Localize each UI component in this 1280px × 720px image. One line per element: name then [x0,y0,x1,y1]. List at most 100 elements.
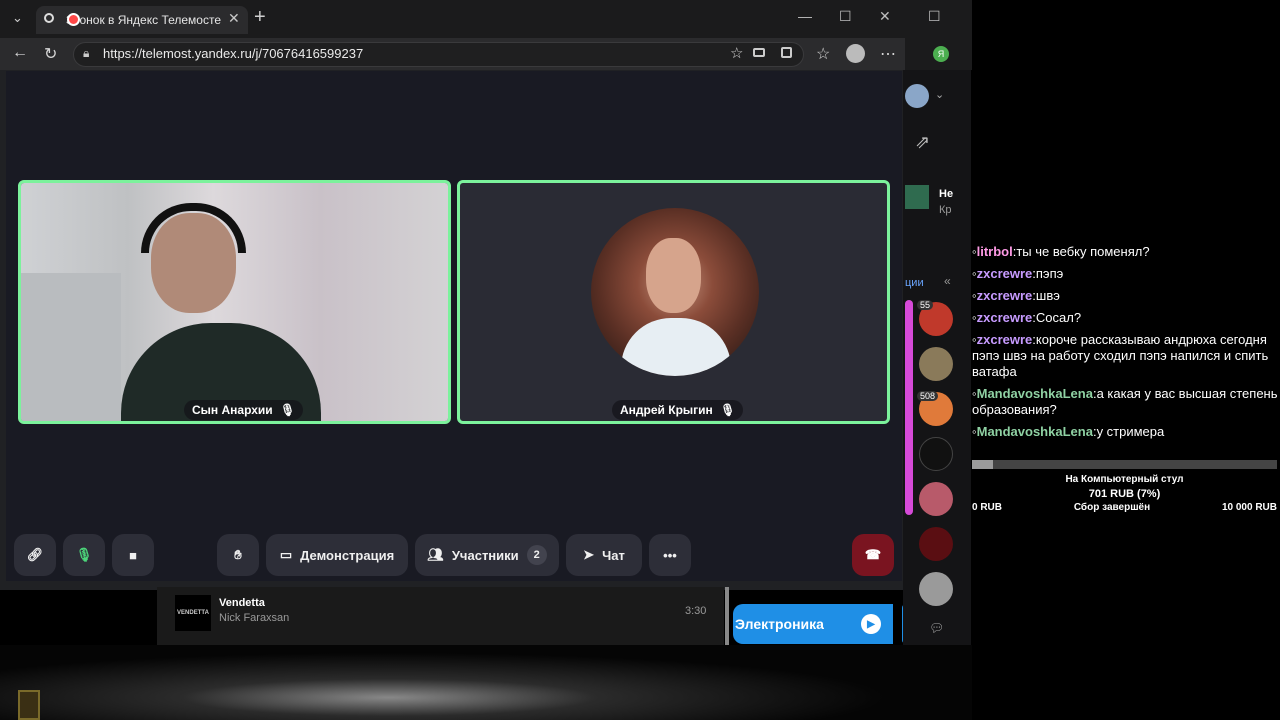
chat-button[interactable]: ➤ Чат [566,534,642,576]
bookmark-star-icon[interactable]: ☆ [730,44,743,62]
mic-on-icon: 🎙︎ [280,403,296,417]
new-tab-icon[interactable]: + [254,6,266,29]
share-icon[interactable]: ⇗ [915,132,930,153]
raise-hand-button[interactable]: ✋︎ [217,534,259,576]
goal-raised: 701 RUB (7%) [1088,488,1161,500]
second-window-maximize-icon[interactable]: ☐ [928,8,941,25]
participant-name-badge-1: Сын Анархии 🎙︎ [184,400,304,420]
profile-avatar-icon[interactable] [846,44,865,63]
close-window-icon[interactable]: ✕ [879,8,891,25]
participants-count: 2 [526,545,547,565]
track-duration: 3:30 [685,605,707,617]
more-button[interactable]: ••• [649,534,691,576]
goal-progress-fill [972,460,994,469]
chat-text: швэ [1035,288,1060,303]
chat-nick: MandavoshkaLena [976,424,1093,439]
chat-nick: zxcrewre [976,266,1033,281]
person-face [646,238,701,313]
chat-label: Чат [602,547,625,563]
chat-message: ◦MandavoshkaLena:а какая у вас высшая ст… [972,386,1278,417]
person-shirt [621,318,731,376]
album-cover: VENDETTA [175,595,211,631]
corner-image [18,690,40,720]
screen-share-label: Демонстрация [300,547,395,563]
camera-permission-icon[interactable] [753,48,765,57]
collapse-icon[interactable]: « [944,274,951,288]
chat-text: Сосал? [1035,310,1082,325]
hand-icon: ✋︎ [234,547,242,562]
link-icon: 🔗︎ [26,547,44,562]
microphone-icon: 🎙︎ [75,547,93,562]
screen-share-button[interactable]: ▭ Демонстрация [266,534,408,576]
channel-avatar-6[interactable] [919,527,953,561]
participants-label: Участники [451,547,519,563]
chat-text: пэпэ [1035,266,1064,281]
chat-nick: litrbol [976,244,1013,259]
chat-message: ◦zxcrewre:швэ [972,288,1060,303]
background-photo [0,645,972,720]
participant-name-1: Сын Анархии [192,403,273,417]
play-icon[interactable]: ▶ [861,614,881,634]
reload-icon[interactable]: ↻ [44,44,57,64]
track-artist[interactable]: Nick Faraxsan [219,612,289,624]
participant-tile-1[interactable]: Сын Анархии 🎙︎ [18,180,451,424]
send-icon: ➤ [583,547,595,562]
promo-banner[interactable]: Электроника ▶ [733,604,893,644]
kitchen-cabinet [21,273,121,421]
browser-menu-icon[interactable]: ⋯ [880,44,896,64]
side-section-label[interactable]: ции [905,277,924,289]
goal-progress-bar [972,460,1277,469]
chat-nick: zxcrewre [976,310,1033,325]
channel-avatar-7[interactable] [919,572,953,606]
chat-nick: MandavoshkaLena [976,386,1093,401]
tab-favicon [67,13,80,26]
goal-footer: 0 RUB Сбор завершён 10 000 RUB [972,502,1277,513]
side-item-thumbnail[interactable] [905,185,929,209]
camera-icon: ■ [129,547,137,563]
tab-list-icon[interactable]: ⌄ [12,10,23,26]
screen-icon: ▭ [279,547,293,562]
side-item-title: Не [939,188,954,200]
camera-button[interactable]: ■ [112,534,154,576]
maximize-icon[interactable]: ☐ [839,8,852,25]
goal-title: На Компьютерный стул [1065,474,1184,485]
badge-55: 55 [917,300,934,310]
goal-max: 10 000 RUB [1221,502,1277,513]
more-icon: ••• [663,547,677,563]
hang-up-button[interactable]: ☎︎ [852,534,894,576]
chat-nick: zxcrewre [976,332,1033,347]
channel-avatar-2[interactable] [919,347,953,381]
tab-title: Звонок в Яндекс Телемосте [66,13,222,27]
phone-hangup-icon: ☎︎ [864,547,882,562]
side-item-subtitle: Кр [939,204,952,216]
screen-share-icon[interactable] [781,47,792,58]
promo-label: Электроника [735,616,824,632]
chat-nick: zxcrewre [976,288,1033,303]
back-icon[interactable]: ← [12,44,28,62]
participant-tile-2[interactable]: Андрей Крыгин 🎙︎ [457,180,890,424]
lock-icon[interactable]: 🔒︎ [83,46,89,61]
scrollbar[interactable] [725,587,729,645]
chat-message: ◦litrbol:ты че вебку поменял? [972,244,1150,259]
badge-508: 508 [917,391,939,401]
tab-close-icon[interactable]: ✕ [228,10,240,27]
extension-badge[interactable]: Я [933,46,949,62]
people-icon: 👥︎ [427,547,444,562]
chat-bubble-icon[interactable]: 💬︎ [929,621,944,635]
side-user-avatar[interactable] [905,84,929,108]
chevron-down-icon[interactable]: ⌄ [935,88,944,101]
channel-avatar-4[interactable] [919,437,953,471]
album-cover-text: VENDETTA [177,610,209,616]
favorites-icon[interactable]: ☆ [816,44,830,64]
microphone-button[interactable]: 🎙︎ [63,534,105,576]
track-title[interactable]: Vendetta [219,597,265,609]
participants-button[interactable]: 👥︎ Участники 2 [415,534,559,576]
music-player-row[interactable]: VENDETTA Vendetta Nick Faraxsan 3:30 [157,587,729,645]
chat-message: ◦zxcrewre:Сосал? [972,310,1082,325]
chat-message: ◦MandavoshkaLena:у стримера [972,424,1165,439]
participant-name-2: Андрей Крыгин [620,403,713,417]
copy-link-button[interactable]: 🔗︎ [14,534,56,576]
chat-text: у стримера [1096,424,1165,439]
channel-avatar-5[interactable] [919,482,953,516]
minimize-icon[interactable]: — [798,8,812,24]
